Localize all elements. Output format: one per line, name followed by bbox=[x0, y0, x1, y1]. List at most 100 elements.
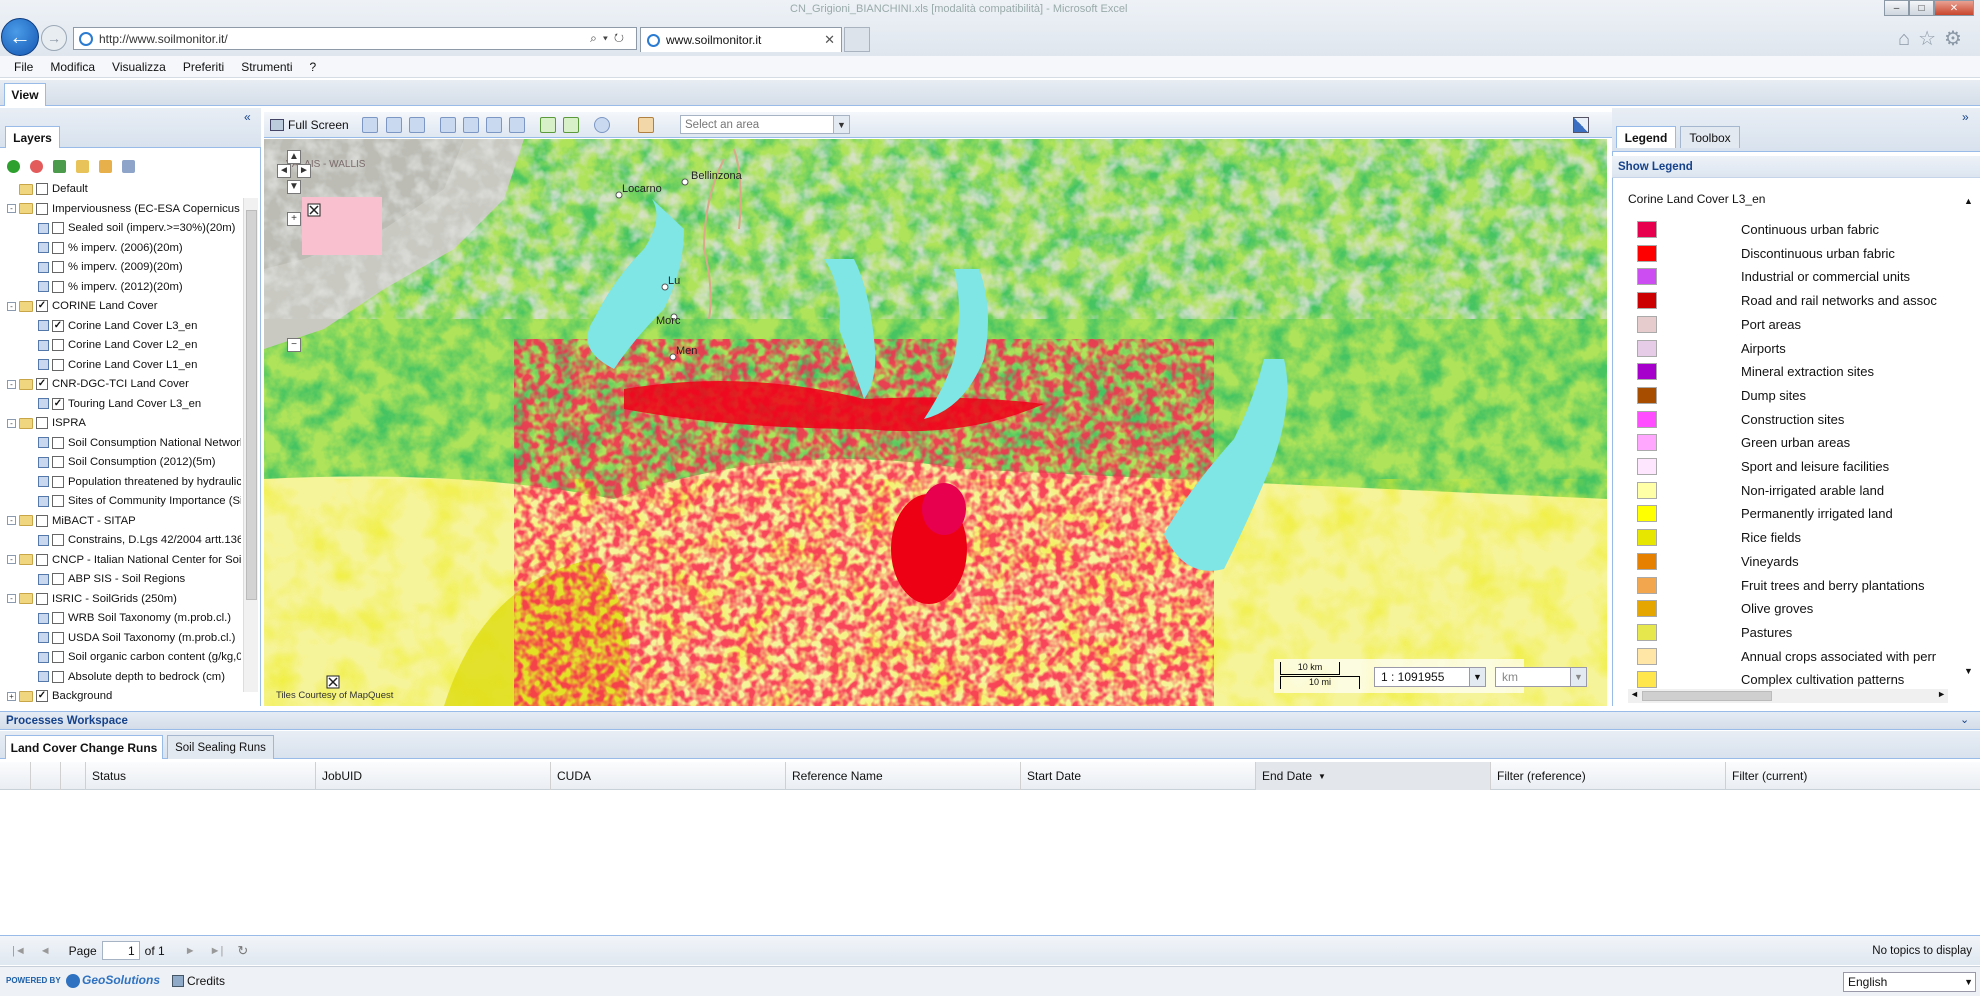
col-cuda[interactable]: CUDA bbox=[550, 762, 785, 790]
layer-checkbox[interactable] bbox=[52, 651, 64, 663]
grid-col-checker[interactable] bbox=[30, 762, 60, 790]
layer-checkbox[interactable]: ✓ bbox=[52, 397, 64, 410]
layer-group[interactable]: - CNCP - Italian National Center for Soi bbox=[7, 551, 241, 569]
layer-group[interactable]: - ISPRA bbox=[7, 414, 86, 432]
tab-toolbox[interactable]: Toolbox bbox=[1680, 126, 1740, 148]
grid-col-expander[interactable] bbox=[60, 762, 85, 790]
expand-toggle-icon[interactable]: - bbox=[7, 555, 16, 564]
layer-item[interactable]: ✓ Corine Land Cover L3_en bbox=[38, 317, 197, 335]
layer-item[interactable]: % imperv. (2012)(20m) bbox=[38, 278, 183, 296]
layer-item[interactable]: Soil Consumption National Networl bbox=[38, 434, 241, 452]
forward-button[interactable]: → bbox=[41, 25, 67, 51]
legend-vertical-scrollbar[interactable]: ▲ ▼ bbox=[1962, 196, 1976, 676]
last-page-icon[interactable]: ►| bbox=[210, 945, 224, 957]
full-screen-button[interactable]: Full Screen bbox=[270, 117, 349, 133]
zoom-in-icon[interactable] bbox=[486, 117, 502, 133]
layer-group[interactable]: + ✓ Background bbox=[7, 687, 112, 705]
scroll-left-icon[interactable]: ◄ bbox=[1630, 689, 1639, 699]
layer-checkbox[interactable] bbox=[52, 534, 64, 546]
language-select[interactable]: English ▼ bbox=[1843, 972, 1976, 992]
layer-tree-scrollbar[interactable] bbox=[243, 198, 258, 692]
expand-toggle-icon[interactable]: - bbox=[7, 418, 16, 428]
measure-icon[interactable] bbox=[638, 117, 654, 133]
tab-soil-sealing-runs[interactable]: Soil Sealing Runs bbox=[167, 735, 274, 759]
menu-modifica[interactable]: Modifica bbox=[50, 60, 95, 74]
expand-toggle-icon[interactable]: - bbox=[7, 594, 16, 603]
col-filter-reference[interactable]: Filter (reference) bbox=[1490, 762, 1725, 790]
layer-group[interactable]: - ISRIC - SoilGrids (250m) bbox=[7, 590, 177, 608]
layer-checkbox[interactable] bbox=[52, 222, 64, 234]
new-tab-button[interactable] bbox=[844, 27, 870, 52]
pan-right-icon[interactable]: ► bbox=[297, 164, 311, 178]
close-window-button[interactable]: ✕ bbox=[1934, 0, 1974, 16]
add-layer-icon[interactable] bbox=[7, 159, 20, 173]
prev-page-icon[interactable]: ◄ bbox=[40, 945, 51, 957]
scroll-down-icon[interactable]: ▼ bbox=[1964, 666, 1973, 676]
first-page-icon[interactable]: |◄ bbox=[12, 945, 26, 957]
expand-toggle-icon[interactable]: - bbox=[7, 204, 16, 213]
layer-checkbox[interactable] bbox=[36, 183, 48, 195]
browser-tab[interactable]: www.soilmonitor.it ✕ bbox=[640, 27, 842, 52]
layer-checkbox[interactable] bbox=[52, 241, 64, 254]
layer-checkbox[interactable] bbox=[52, 612, 64, 624]
history-forward-icon[interactable] bbox=[563, 117, 579, 133]
layer-item[interactable]: Corine Land Cover L2_en bbox=[38, 336, 197, 354]
layer-group[interactable]: - Imperviousness (EC-ESA Copernicus bbox=[7, 200, 240, 218]
layer-group[interactable]: - ✓ CORINE Land Cover bbox=[7, 297, 157, 315]
layer-checkbox[interactable] bbox=[36, 592, 48, 605]
expand-toggle-icon[interactable]: - bbox=[7, 379, 16, 389]
layer-checkbox[interactable] bbox=[36, 514, 48, 527]
collapse-bottom-icon[interactable]: ⌄ bbox=[1960, 713, 1969, 726]
page-input[interactable]: 1 bbox=[101, 941, 140, 960]
scale-select[interactable]: 1 : 1091955 ▼ bbox=[1374, 667, 1486, 687]
layer-item[interactable]: Sealed soil (imperv.>=30%)(20m) bbox=[38, 219, 235, 237]
layer-properties-icon[interactable] bbox=[122, 159, 135, 173]
layer-item[interactable]: USDA Soil Taxonomy (m.prob.cl.) bbox=[38, 629, 235, 647]
layer-checkbox[interactable] bbox=[52, 339, 64, 351]
layer-checkbox[interactable] bbox=[52, 475, 64, 488]
pan-icon[interactable] bbox=[386, 117, 402, 133]
layer-item[interactable]: ✓ Touring Land Cover L3_en bbox=[38, 395, 201, 413]
tab-view[interactable]: View bbox=[4, 83, 46, 106]
chevron-down-icon[interactable]: ▼ bbox=[833, 116, 849, 133]
layer-checkbox[interactable]: ✓ bbox=[52, 319, 64, 332]
layer-checkbox[interactable] bbox=[52, 495, 64, 507]
zoom-out-icon[interactable] bbox=[509, 117, 525, 133]
col-filter-current[interactable]: Filter (current) bbox=[1725, 762, 1980, 790]
layer-checkbox[interactable] bbox=[52, 280, 64, 293]
layer-item[interactable]: Corine Land Cover L1_en bbox=[38, 356, 197, 374]
info-icon[interactable] bbox=[594, 117, 610, 133]
add-server-icon[interactable] bbox=[53, 159, 66, 173]
layer-item[interactable]: % imperv. (2009)(20m) bbox=[38, 258, 183, 276]
minimize-button[interactable]: – bbox=[1884, 0, 1909, 16]
maximize-button[interactable]: □ bbox=[1909, 0, 1934, 16]
zoom-box-in-icon[interactable] bbox=[440, 117, 456, 133]
layer-checkbox[interactable] bbox=[52, 358, 64, 371]
address-bar[interactable]: http://www.soilmonitor.it/ ⌕▾↻ bbox=[73, 27, 637, 50]
layer-item[interactable]: Soil Consumption (2012)(5m) bbox=[38, 453, 216, 471]
layer-item[interactable]: Absolute depth to bedrock (cm) bbox=[38, 668, 225, 686]
col-end-date[interactable]: End Date ▼ bbox=[1255, 762, 1490, 790]
history-back-icon[interactable] bbox=[540, 117, 556, 133]
layer-item[interactable]: Sites of Community Importance (Si bbox=[38, 492, 241, 510]
credits-link[interactable]: Credits bbox=[187, 974, 225, 988]
menu-preferiti[interactable]: Preferiti bbox=[183, 60, 224, 74]
map-viewport[interactable]: VALAIS - WALLIS Locarno Bellinzona Lu Mo… bbox=[264, 139, 1607, 706]
layer-group[interactable]: - ✓ CNR-DGC-TCI Land Cover bbox=[7, 375, 189, 393]
layer-item[interactable]: Constrains, D.Lgs 42/2004 artt.136 bbox=[38, 531, 241, 549]
tab-layers[interactable]: Layers bbox=[5, 126, 60, 148]
add-group-icon[interactable] bbox=[76, 159, 89, 173]
layer-group[interactable]: Default bbox=[7, 180, 88, 198]
layer-checkbox[interactable] bbox=[52, 670, 64, 683]
scroll-up-icon[interactable]: ▲ bbox=[1964, 196, 1973, 206]
expand-toggle-icon[interactable]: + bbox=[7, 691, 16, 701]
pan-down-icon[interactable]: ▼ bbox=[287, 180, 301, 194]
chevron-down-icon[interactable]: ▼ bbox=[1469, 668, 1485, 686]
col-jobuid[interactable]: JobUID bbox=[315, 762, 550, 790]
layer-item[interactable]: WRB Soil Taxonomy (m.prob.cl.) bbox=[38, 609, 231, 627]
chevron-down-icon[interactable]: ▼ bbox=[1964, 977, 1973, 987]
unit-select[interactable]: km ▼ bbox=[1495, 667, 1587, 687]
layer-checkbox[interactable] bbox=[52, 631, 64, 644]
address-controls-icon[interactable]: ⌕▾↻ bbox=[590, 31, 630, 46]
browser-tools-icons[interactable]: ⌂☆⚙ bbox=[1898, 26, 1970, 51]
